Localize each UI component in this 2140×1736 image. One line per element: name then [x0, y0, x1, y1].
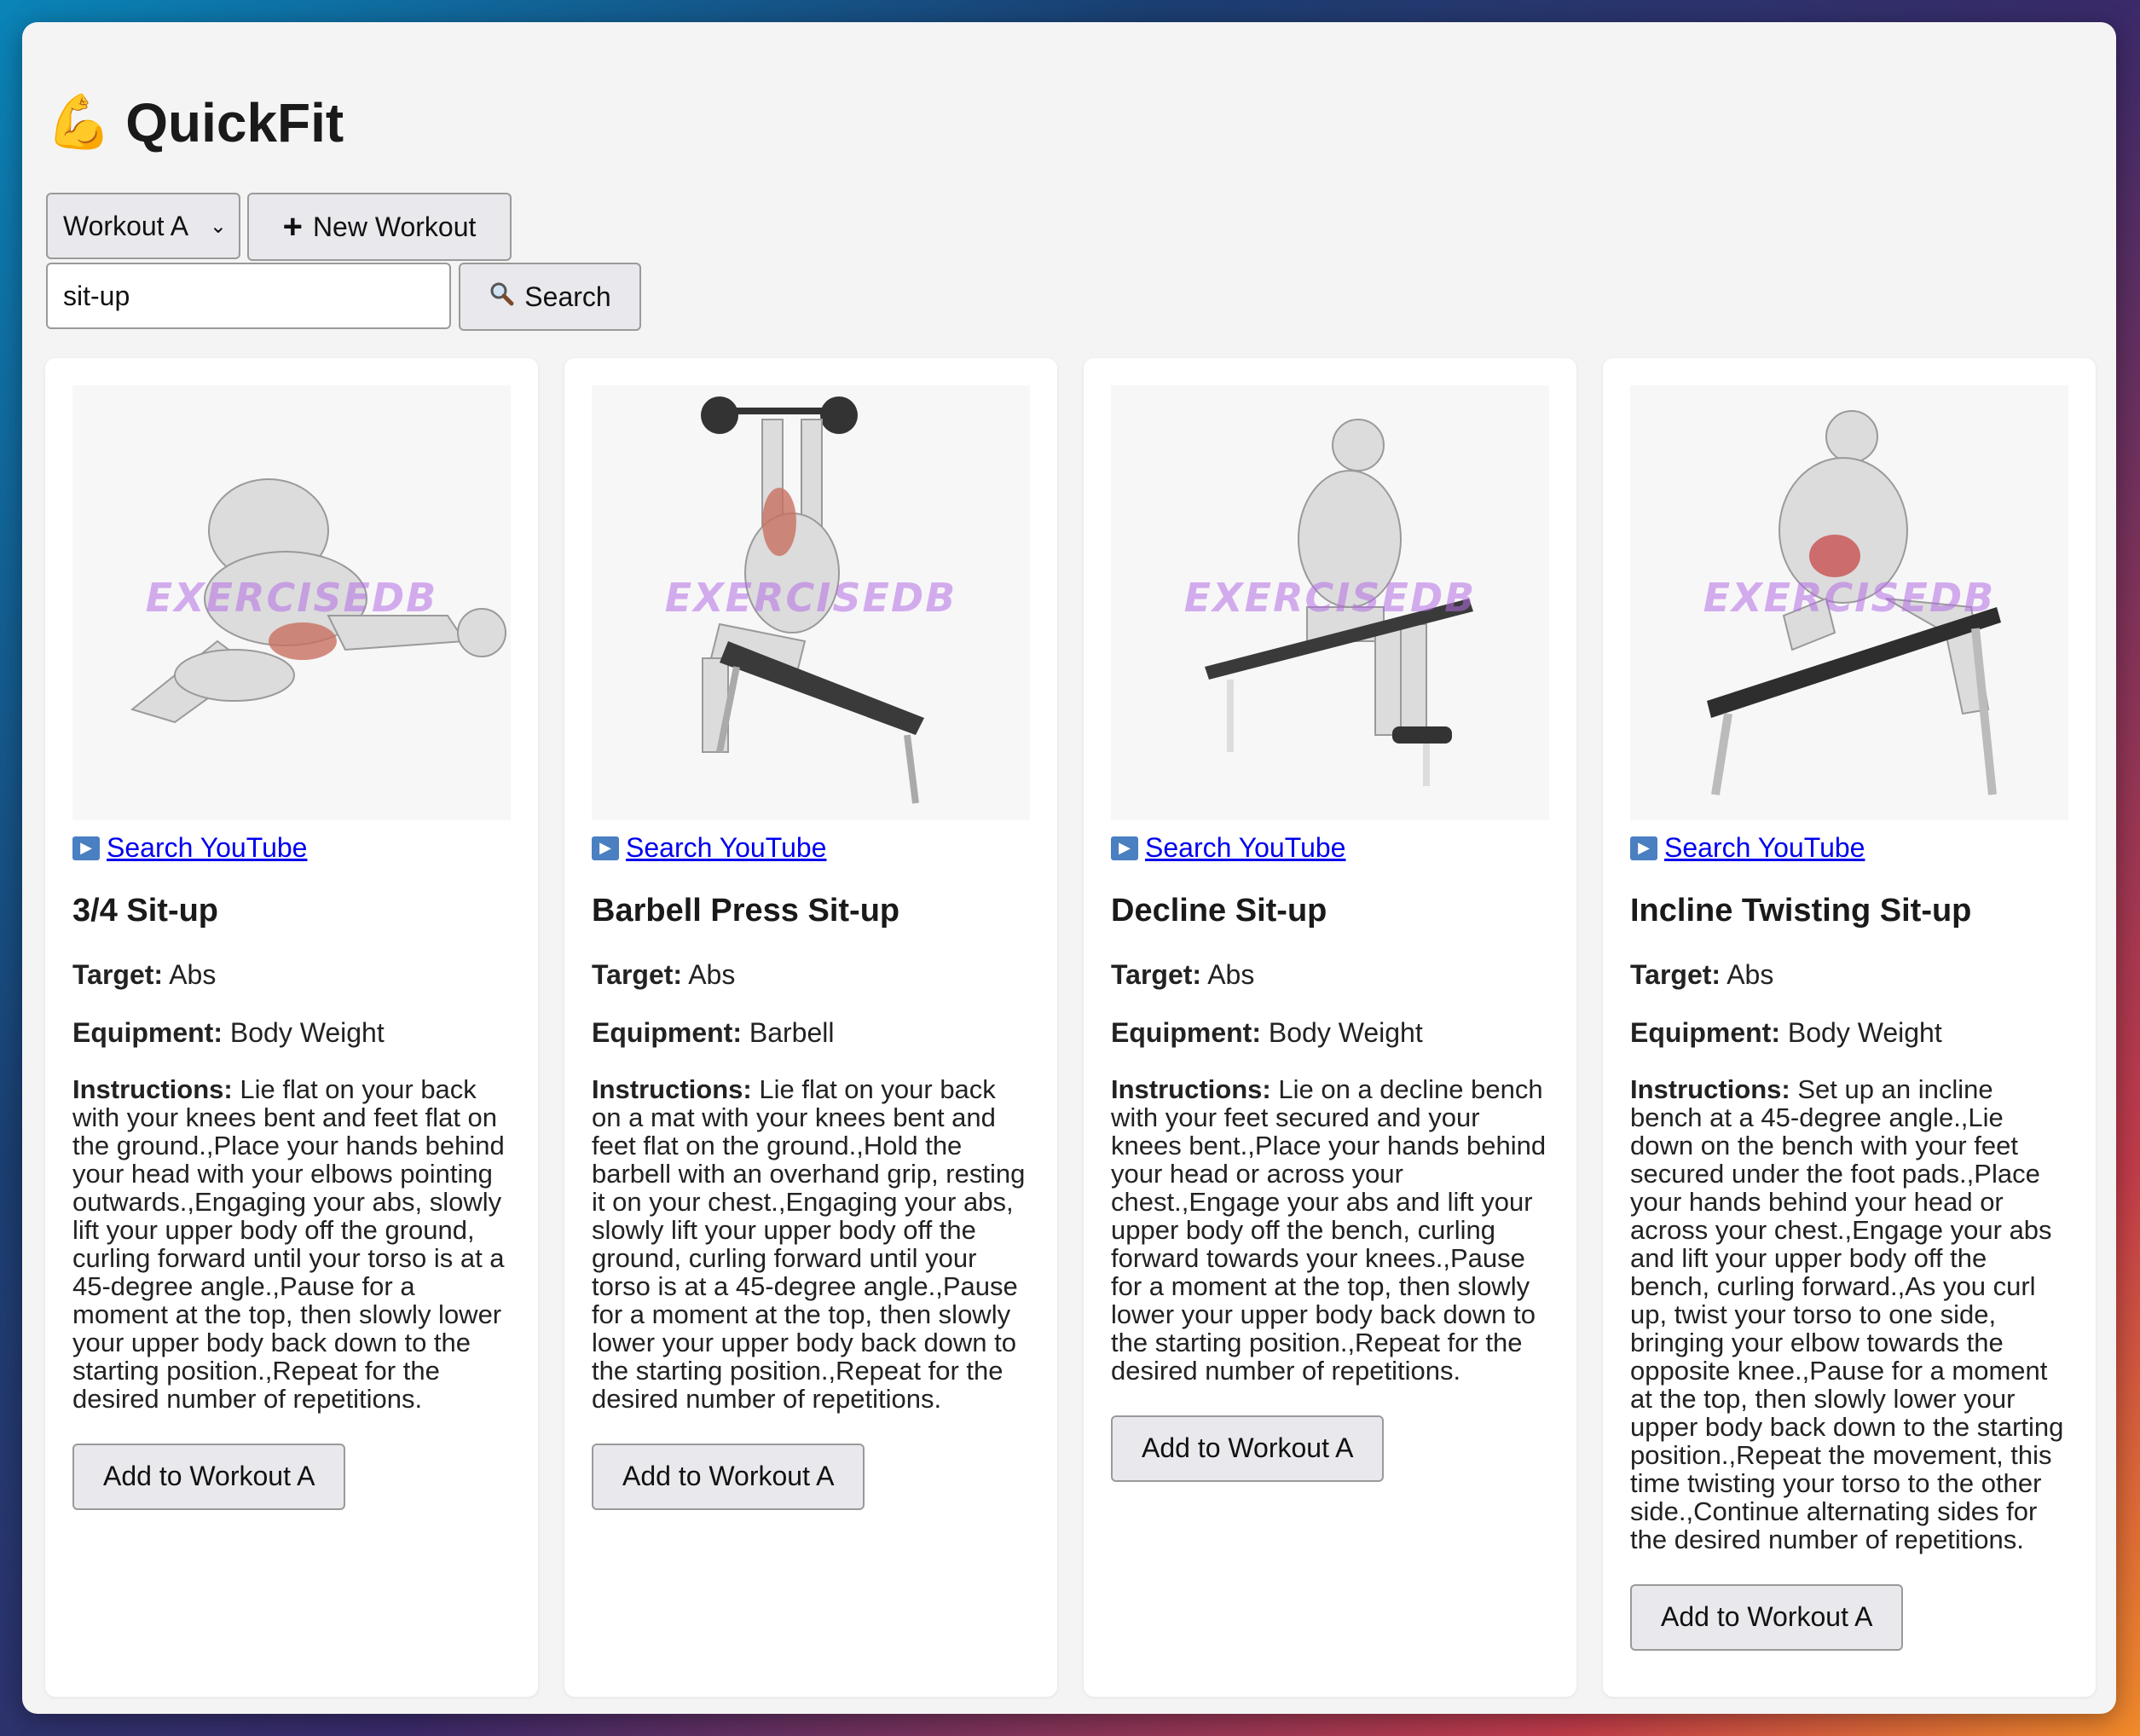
watermark: EXERCISEDB — [1183, 575, 1477, 621]
watermark: EXERCISEDB — [1703, 575, 1996, 621]
search-button[interactable]: Search — [459, 263, 641, 331]
exercise-equipment: Equipment: Body Weight — [1111, 1017, 1423, 1049]
chevron-down-icon: ⌄ — [209, 214, 227, 238]
youtube-link[interactable]: ▶ Search YouTube — [592, 832, 1030, 864]
youtube-link[interactable]: ▶ Search YouTube — [1111, 832, 1549, 864]
workout-select-value: Workout A — [63, 210, 189, 241]
app-header: 💪 QuickFit — [46, 89, 344, 157]
search-input[interactable]: sit-up — [46, 263, 451, 329]
watermark: EXERCISEDB — [664, 575, 957, 621]
search-input-value: sit-up — [63, 280, 130, 311]
exercise-instructions: Instructions: Lie on a decline bench wit… — [1111, 1073, 1547, 1386]
add-to-workout-button[interactable]: Add to Workout A — [1111, 1415, 1385, 1482]
workout-select[interactable]: Workout A ⌄ — [46, 193, 240, 259]
exercise-target: Target: Abs — [1111, 959, 1255, 990]
plus-icon: + — [282, 208, 303, 246]
exercise-equipment: Equipment: Body Weight — [72, 1017, 385, 1049]
exercise-target: Target: Abs — [592, 959, 736, 990]
add-to-workout-button[interactable]: Add to Workout A — [1630, 1583, 1904, 1651]
magnifier-icon — [489, 281, 514, 313]
exercise-instructions: Instructions: Set up an incline bench at… — [1630, 1073, 2064, 1554]
exercise-card: EXERCISEDB ▶ Search YouTube Incline Twis… — [1603, 358, 2096, 1697]
exercise-name: Barbell Press Sit-up — [592, 893, 900, 929]
exercise-card: EXERCISEDB ▶ Search YouTube Decline Sit-… — [1084, 358, 1576, 1697]
app-window: 💪 QuickFit Workout A ⌄ + New Workout sit… — [22, 22, 2116, 1714]
add-to-workout-button[interactable]: Add to Workout A — [72, 1443, 346, 1510]
exercise-equipment: Equipment: Body Weight — [1630, 1017, 1942, 1049]
new-workout-button[interactable]: + New Workout — [247, 193, 512, 261]
youtube-link[interactable]: ▶ Search YouTube — [1630, 832, 2068, 864]
youtube-link[interactable]: ▶ Search YouTube — [72, 832, 511, 864]
flexed-biceps-icon: 💪 — [46, 93, 113, 152]
exercise-name: Incline Twisting Sit-up — [1630, 893, 1972, 929]
app-title: QuickFit — [125, 92, 344, 153]
search-button-label: Search — [524, 281, 611, 312]
exercise-target: Target: Abs — [72, 959, 217, 990]
exercise-image: EXERCISEDB — [592, 385, 1030, 820]
new-workout-label: New Workout — [312, 211, 477, 242]
play-icon: ▶ — [592, 836, 619, 860]
play-icon: ▶ — [1630, 836, 1657, 860]
play-icon: ▶ — [72, 836, 100, 860]
exercise-image: EXERCISEDB — [1630, 385, 2068, 820]
exercise-card: EXERCISEDB ▶ Search YouTube Barbell Pres… — [564, 358, 1057, 1697]
exercise-instructions: Instructions: Lie flat on your back with… — [72, 1073, 505, 1414]
exercise-name: Decline Sit-up — [1111, 893, 1327, 929]
play-icon: ▶ — [1111, 836, 1138, 860]
exercise-card: EXERCISEDB ▶ Search YouTube 3/4 Sit-up T… — [45, 358, 538, 1697]
add-to-workout-button[interactable]: Add to Workout A — [592, 1443, 865, 1510]
exercise-equipment: Equipment: Barbell — [592, 1017, 835, 1049]
exercise-name: 3/4 Sit-up — [72, 893, 219, 929]
exercise-image: EXERCISEDB — [72, 385, 511, 820]
exercise-image: EXERCISEDB — [1111, 385, 1549, 820]
exercise-target: Target: Abs — [1630, 959, 1774, 990]
exercise-instructions: Instructions: Lie flat on your back on a… — [592, 1073, 1026, 1414]
watermark: EXERCISEDB — [145, 575, 438, 621]
